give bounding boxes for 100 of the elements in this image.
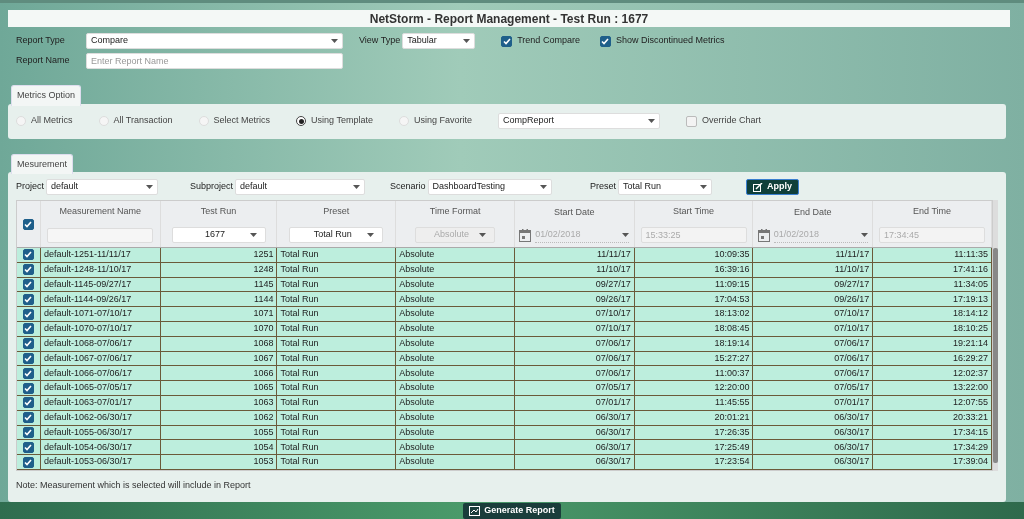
view-type-select[interactable]: Tabular [402, 33, 476, 49]
scrollbar-thumb[interactable] [993, 248, 998, 463]
table-cell: 1066 [253, 366, 274, 380]
checkbox[interactable] [22, 412, 34, 424]
table-row[interactable]: default-1071-07/10/17 1071 Total Run Absolute 07/10/17 18:13:02 07/10/17 18:14:12 [17, 307, 992, 322]
table-cell: default-1053-06/30/17 [43, 455, 133, 469]
table-cell: 18:10:25 [952, 322, 988, 336]
apply-button[interactable]: Apply [746, 179, 799, 195]
calendar-icon[interactable] [519, 228, 532, 242]
filter-field[interactable] [47, 227, 154, 243]
checkbox[interactable] [22, 249, 34, 261]
checkbox[interactable] [22, 441, 34, 453]
filter-select[interactable]: default [235, 179, 366, 195]
caret-icon [367, 232, 375, 237]
column-header: Test Run [200, 205, 237, 219]
table-cell: default-1070-07/10/17 [43, 322, 133, 336]
table-cell: Absolute [399, 248, 435, 262]
report-type-select[interactable]: Compare [86, 33, 343, 49]
checkbox[interactable] [22, 397, 34, 409]
checkbox[interactable] [22, 456, 34, 468]
table-cell-text: 09/27/17 [595, 277, 631, 291]
checkbox[interactable] [22, 264, 34, 276]
table-cell: 06/30/17 [834, 455, 870, 469]
table-cell-text: Total Run [280, 410, 319, 424]
checkbox[interactable] [22, 308, 34, 320]
table-row[interactable]: default-1251-11/11/17 1251 Total Run Absolute 11/11/17 10:09:35 11/11/17 11:11:35 [17, 248, 992, 263]
table-cell: default-1065-07/05/17 [43, 381, 133, 395]
table-row[interactable]: default-1066-07/06/17 1066 Total Run Absolute 07/06/17 11:00:37 07/06/17 12:02:37 [17, 366, 992, 382]
table-cell: 07/01/17 [834, 396, 870, 410]
checkbox[interactable] [22, 426, 34, 438]
table-cell-text: Absolute [399, 292, 435, 306]
table-cell: 1053 [253, 455, 274, 469]
table-cell-text: 11/10/17 [596, 262, 631, 276]
table-cell-text: Absolute [399, 351, 435, 365]
report-name-field[interactable]: Enter Report Name [86, 53, 343, 69]
table-cell: default-1054-06/30/17 [43, 440, 133, 454]
table-cell-text: 09/26/17 [834, 292, 870, 306]
field-label: Report Type [16, 34, 66, 48]
table-cell: 06/30/17 [834, 440, 870, 454]
table-cell: Absolute [399, 322, 435, 336]
filter-select[interactable]: Total Run [289, 226, 384, 243]
table-cell-text: Absolute [399, 277, 435, 291]
generate-report-button[interactable]: Generate Report [463, 502, 561, 519]
table-cell-text: default-1068-07/06/17 [43, 336, 133, 350]
filter-select[interactable]: default [46, 179, 158, 195]
checkbox[interactable] [22, 279, 34, 290]
calendar-icon[interactable] [757, 228, 770, 242]
filter-select[interactable]: 1677 [171, 226, 266, 243]
filter-select[interactable]: Total Run [618, 179, 712, 195]
table-row[interactable]: default-1065-07/05/17 1065 Total Run Absolute 07/05/17 12:20:00 07/05/17 13:22:00 [17, 381, 992, 396]
table-cell: 18:08:45 [714, 322, 750, 336]
column-header: End Date [794, 205, 832, 219]
note-text: Note: Measurement which is selected will include in Report [16, 478, 252, 492]
table-cell-text: 15:27:27 [714, 351, 750, 365]
table-cell: default-1063-07/01/17 [43, 396, 133, 410]
table-cell: Total Run [280, 440, 319, 454]
table-cell-text: 07/06/17 [834, 351, 870, 365]
table-cell-text: 16:29:27 [952, 351, 988, 365]
table-cell-text: default-1055-06/30/17 [43, 425, 133, 439]
checkbox[interactable] [22, 382, 34, 394]
caret-icon [146, 185, 153, 189]
table-cell: 11/11/17 [835, 248, 870, 262]
table-cell: Total Run [280, 455, 319, 469]
table-cell: 1054 [253, 440, 274, 454]
table-cell: Absolute [399, 381, 435, 395]
table-cell: 12:07:55 [952, 396, 988, 410]
caret-icon [700, 185, 707, 189]
checkbox[interactable] [22, 293, 34, 305]
checkbox[interactable] [501, 35, 513, 47]
table-cell-text: 06/30/17 [834, 425, 870, 439]
table-row[interactable]: default-1144-09/26/17 1144 Total Run Absolute 09/26/17 17:04:53 09/26/17 17:19:13 [17, 292, 992, 308]
table-cell: 07/10/17 [595, 307, 631, 321]
table-cell: 13:22:00 [952, 381, 988, 395]
checkbox[interactable] [22, 352, 34, 364]
caret-icon [479, 232, 487, 237]
radio-label: Using Favorite [413, 114, 472, 128]
table-cell-text: default-1144-09/26/17 [43, 292, 132, 306]
table-cell: 07/10/17 [834, 322, 870, 336]
table-cell: 11:00:37 [715, 366, 750, 380]
checkbox[interactable] [22, 218, 34, 230]
checkbox[interactable] [599, 35, 611, 47]
table-cell-text: 1068 [253, 336, 274, 350]
table-cell-text: Total Run [280, 351, 319, 365]
table-cell: 17:23:54 [714, 455, 750, 469]
checkbox[interactable] [22, 338, 34, 350]
template-select[interactable]: CompReport [497, 113, 660, 129]
checkbox-label: Show Discontinued Metrics [615, 34, 725, 48]
table-cell: 07/10/17 [595, 322, 631, 336]
table-row[interactable]: default-1053-06/30/17 1053 Total Run Absolute 06/30/17 17:23:54 06/30/17 17:39:04 [17, 455, 992, 470]
caret-icon [331, 39, 338, 43]
table-cell: 07/10/17 [834, 307, 870, 321]
checkbox[interactable] [685, 115, 697, 127]
table-cell: 07/06/17 [834, 366, 870, 380]
table-row[interactable]: default-1054-06/30/17 1054 Total Run Absolute 06/30/17 17:25:49 06/30/17 17:34:29 [17, 440, 992, 456]
checkbox[interactable] [22, 323, 34, 335]
checkbox[interactable] [22, 367, 34, 379]
radio-button[interactable] [296, 116, 307, 126]
table-cell: 12:20:00 [714, 381, 750, 395]
table-cell-text: Total Run [280, 262, 319, 276]
filter-select[interactable]: DashboardTesting [427, 179, 552, 195]
